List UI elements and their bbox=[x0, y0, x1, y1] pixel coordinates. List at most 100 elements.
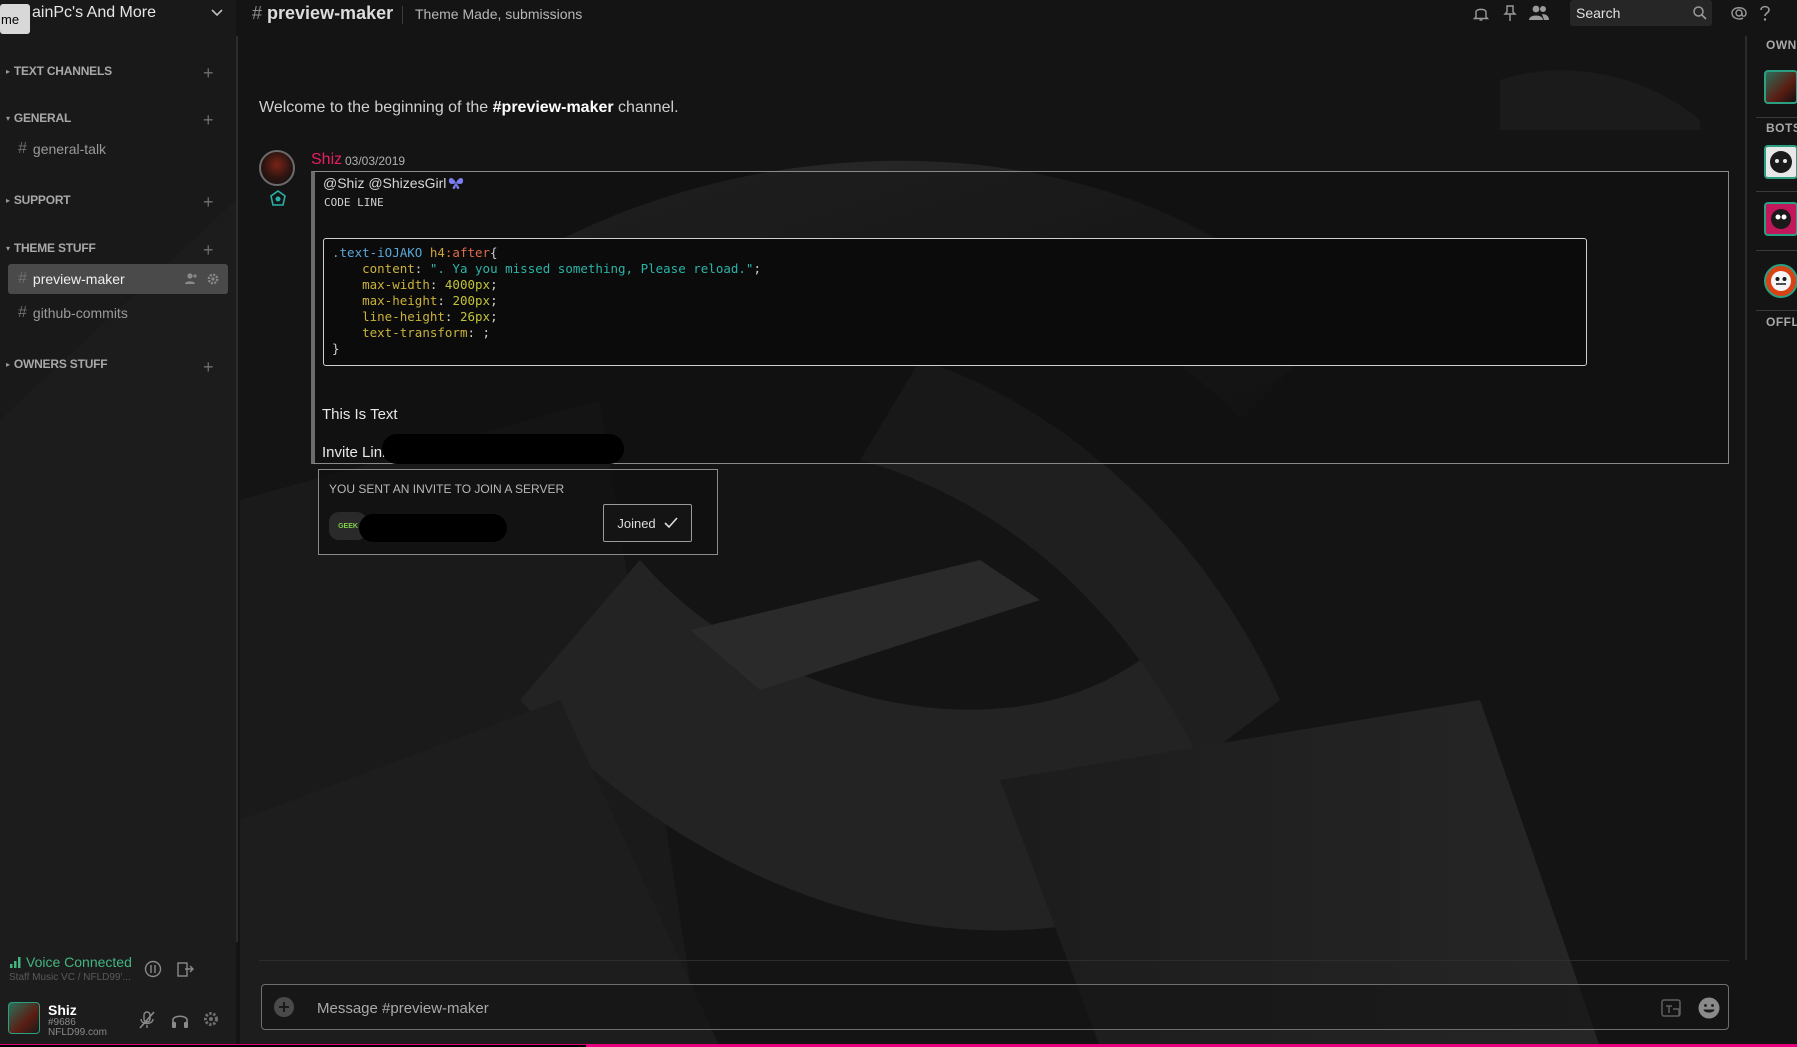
message-input[interactable] bbox=[317, 997, 1617, 1019]
channel-topic[interactable]: Theme Made, submissions bbox=[415, 6, 582, 22]
upload-plus-icon[interactable] bbox=[273, 996, 295, 1018]
code-semicolon: ; bbox=[482, 325, 491, 340]
channel-title: # preview-maker bbox=[252, 3, 393, 24]
user-avatar[interactable] bbox=[8, 1002, 40, 1034]
checkmark-icon bbox=[664, 517, 678, 529]
category-theme-stuff[interactable]: ▾ THEME STUFF bbox=[6, 241, 96, 255]
add-channel-icon[interactable]: + bbox=[203, 241, 214, 259]
code-close-brace: } bbox=[332, 341, 340, 356]
category-owners-stuff[interactable]: ▸ OWNERS STUFF bbox=[6, 357, 108, 371]
add-channel-icon[interactable]: + bbox=[203, 111, 214, 129]
code-value: 200px bbox=[452, 293, 491, 308]
hash-icon: # bbox=[18, 270, 27, 287]
pin-icon[interactable] bbox=[1502, 4, 1518, 22]
code-tag: h4 bbox=[422, 245, 445, 260]
code-prop: line-height bbox=[362, 309, 445, 324]
voice-panel: Voice Connected Staff Music VC / NFLD99'… bbox=[0, 946, 236, 986]
member-avatar-bot[interactable] bbox=[1764, 264, 1797, 298]
code-colon: : bbox=[414, 261, 430, 276]
user-panel: Shiz #9686 NFLD99.com bbox=[0, 998, 236, 1042]
signal-icon bbox=[10, 957, 21, 968]
add-channel-icon[interactable]: + bbox=[203, 64, 214, 82]
gear-icon[interactable] bbox=[206, 272, 220, 286]
welcome-channel[interactable]: #preview-maker bbox=[493, 99, 614, 116]
embed-author-label: @Shiz @ShizesGirl bbox=[323, 175, 447, 191]
code-pseudo: :after bbox=[444, 245, 491, 260]
server-header[interactable]: me ainPc's And More bbox=[0, 0, 236, 34]
mentions-icon[interactable] bbox=[1730, 4, 1748, 22]
user-settings-gear-icon[interactable] bbox=[202, 1010, 220, 1028]
channel-general-talk[interactable]: # general-talk bbox=[8, 134, 228, 164]
butterfly-icon bbox=[449, 178, 464, 189]
code-semicolon: ; bbox=[490, 277, 498, 292]
voice-status-label: Voice Connected bbox=[26, 954, 132, 970]
channel-github-commits[interactable]: # github-commits bbox=[8, 298, 228, 328]
member-separator bbox=[1756, 310, 1797, 311]
code-colon: : bbox=[437, 293, 453, 308]
category-label: OWNERS STUFF bbox=[13, 357, 108, 371]
add-channel-icon[interactable]: + bbox=[203, 358, 214, 376]
channel-preview-maker[interactable]: # preview-maker bbox=[8, 264, 228, 294]
bell-icon[interactable] bbox=[1472, 4, 1490, 22]
members-icon[interactable] bbox=[1528, 4, 1550, 22]
joined-button[interactable]: Joined bbox=[603, 504, 692, 542]
member-list-divider bbox=[1745, 36, 1747, 960]
channel-welcome: Welcome to the beginning of the #preview… bbox=[259, 99, 679, 117]
code-prop: text-transform bbox=[362, 325, 468, 340]
code-value: 4000px bbox=[444, 277, 491, 292]
search-icon[interactable] bbox=[1692, 5, 1708, 21]
message-author[interactable]: Shiz bbox=[311, 151, 342, 169]
hash-icon: # bbox=[18, 304, 27, 321]
category-label: TEXT CHANNELS bbox=[13, 64, 112, 78]
nitro-badge-icon bbox=[270, 190, 286, 206]
server-name[interactable]: ainPc's And More bbox=[32, 4, 156, 22]
server-badge[interactable]: me bbox=[0, 4, 30, 34]
header-divider bbox=[402, 6, 403, 24]
code-selector: .text-iOJAKO bbox=[332, 245, 423, 260]
gift-icon[interactable] bbox=[1660, 997, 1684, 1019]
search-input[interactable]: Search bbox=[1570, 0, 1712, 26]
code-semicolon: ; bbox=[490, 309, 498, 324]
add-channel-icon[interactable]: + bbox=[203, 193, 214, 211]
member-avatar-bot[interactable] bbox=[1764, 202, 1797, 236]
chevron-down-icon[interactable] bbox=[210, 6, 224, 20]
invite-people-icon[interactable] bbox=[184, 272, 198, 286]
emoji-icon[interactable] bbox=[1697, 996, 1721, 1020]
expand-arrow-icon: ▾ bbox=[6, 243, 10, 253]
member-category-bots: BOTS bbox=[1766, 121, 1797, 135]
member-avatar[interactable] bbox=[1764, 70, 1797, 104]
category-label: GENERAL bbox=[13, 111, 72, 125]
code-colon: : bbox=[429, 277, 445, 292]
embed-invite-label: Invite Link bbox=[322, 444, 390, 461]
headphones-icon[interactable] bbox=[170, 1010, 190, 1030]
message-embed: @Shiz @ShizesGirl CODE LINE .text-iOJAKO… bbox=[311, 171, 1729, 464]
voice-info-icon[interactable] bbox=[144, 960, 162, 978]
mute-mic-icon[interactable] bbox=[138, 1010, 156, 1030]
code-colon: : bbox=[444, 309, 460, 324]
hash-icon: # bbox=[18, 140, 27, 157]
member-avatar-github-bot[interactable] bbox=[1764, 145, 1797, 179]
message-avatar[interactable] bbox=[259, 150, 295, 186]
member-separator bbox=[1756, 191, 1797, 192]
category-text-channels[interactable]: ▸ TEXT CHANNELS bbox=[6, 64, 112, 78]
category-support[interactable]: ▸ SUPPORT bbox=[6, 193, 71, 207]
help-icon[interactable] bbox=[1758, 4, 1772, 22]
discord-app: me ainPc's And More ▸ TEXT CHANNELS + ▾ … bbox=[0, 0, 1797, 1047]
member-category-offline: OFFL bbox=[1766, 315, 1797, 329]
channel-label: github-commits bbox=[32, 305, 128, 321]
voice-status[interactable]: Voice Connected bbox=[10, 954, 132, 970]
code-prop: content bbox=[362, 261, 415, 276]
embed-title: CODE LINE bbox=[324, 196, 384, 209]
message-composer bbox=[261, 984, 1729, 1030]
voice-channel-name: Staff Music VC / NFLD99'... bbox=[9, 972, 131, 983]
github-icon bbox=[1770, 151, 1792, 173]
embed-author: @Shiz @ShizesGirl bbox=[323, 175, 464, 191]
redacted-server-name bbox=[359, 514, 507, 542]
sidebar-divider bbox=[236, 36, 238, 942]
user-name: Shiz bbox=[48, 1002, 77, 1018]
code-block[interactable]: .text-iOJAKO h4:after{ content: ". Ya yo… bbox=[323, 238, 1587, 366]
disconnect-icon[interactable] bbox=[176, 960, 194, 978]
category-general[interactable]: ▾ GENERAL bbox=[6, 111, 71, 125]
code-value: ". Ya you missed something, Please reloa… bbox=[429, 261, 754, 276]
channel-hash: # bbox=[252, 3, 263, 23]
